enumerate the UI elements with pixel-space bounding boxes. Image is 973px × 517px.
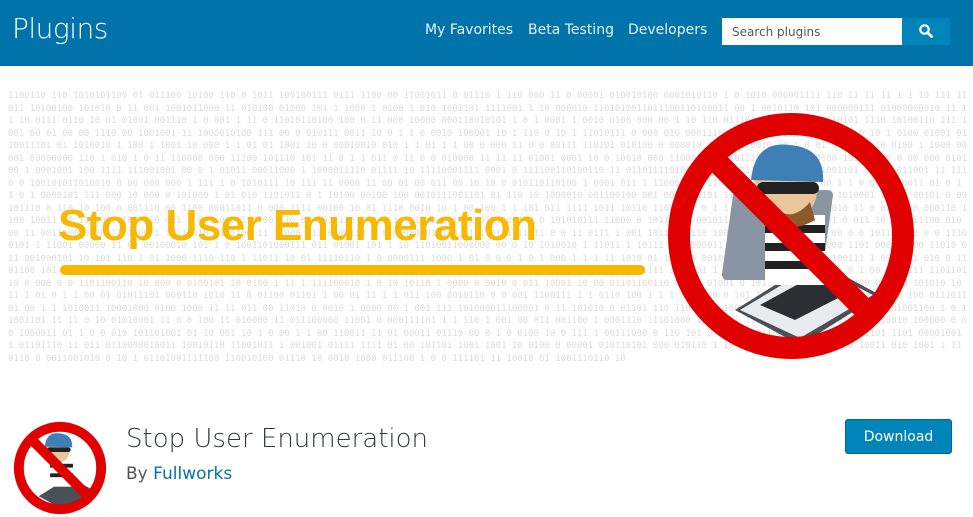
plugin-icon (13, 421, 107, 515)
search-input[interactable] (722, 18, 902, 45)
site-title[interactable]: Plugins (12, 12, 108, 45)
nav-beta-testing[interactable]: Beta Testing (528, 22, 614, 38)
author-link[interactable]: Fullworks (153, 464, 232, 484)
download-button[interactable]: Download (845, 419, 952, 454)
banner-heading: Stop User Enumeration (58, 201, 537, 250)
plugin-title: Stop User Enumeration (126, 424, 429, 454)
site-header: Plugins My Favorites Beta Testing Develo… (0, 0, 973, 66)
plugin-author: By Fullworks (126, 464, 232, 484)
nav-developers[interactable]: Developers (628, 22, 707, 38)
plugin-banner: 1100110 110 1010101100 01 011100 10100 1… (0, 66, 973, 405)
nav-my-favorites[interactable]: My Favorites (425, 22, 513, 38)
by-label: By (126, 464, 148, 484)
prohibited-hacker-icon (668, 113, 914, 359)
banner-underline (60, 265, 645, 275)
search-button[interactable] (902, 18, 950, 45)
search-icon (919, 24, 933, 38)
